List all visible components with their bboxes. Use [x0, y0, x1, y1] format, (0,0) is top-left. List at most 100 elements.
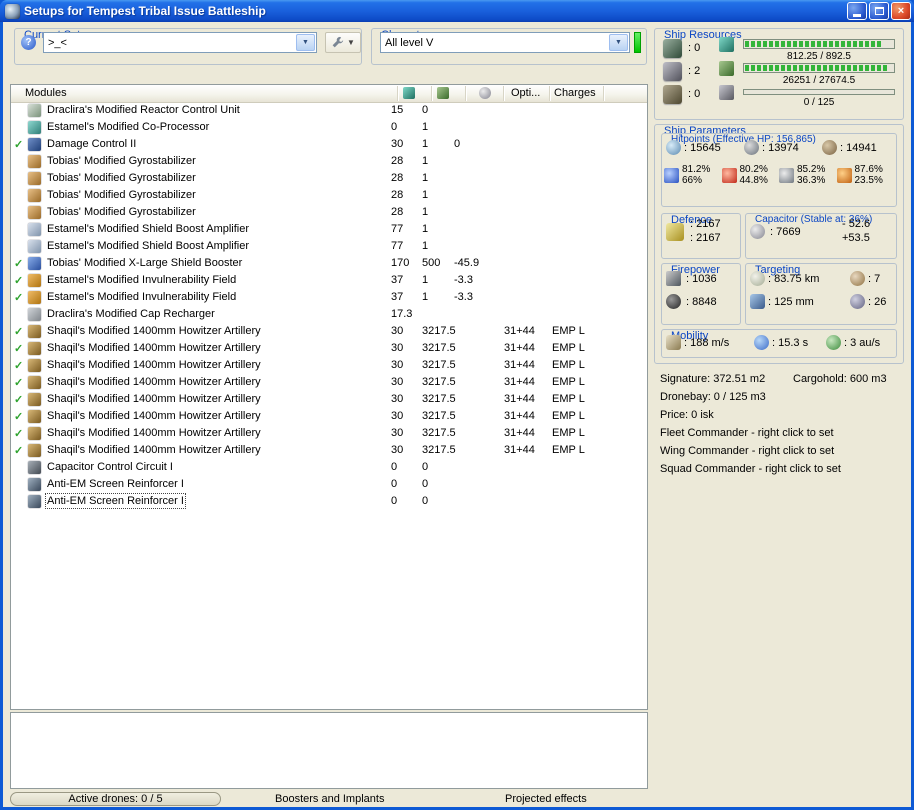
drones-panel[interactable] [10, 712, 648, 789]
module-row[interactable]: Draclira's Modified Reactor Control Unit… [11, 102, 647, 119]
module-icon [28, 495, 41, 508]
module-optimal: 31+44 [504, 342, 535, 354]
module-row[interactable]: Draclira's Modified Cap Recharger 17.3 [11, 306, 647, 323]
resist-values: 81.2% 66% [682, 164, 710, 186]
current-setup-group: Current Setup ? >_< ▼ ▼ [14, 28, 362, 65]
module-row[interactable]: Tobias' Modified Gyrostabilizer 28 1 [11, 170, 647, 187]
module-row[interactable]: Tobias' Modified Gyrostabilizer 28 1 [11, 187, 647, 204]
module-row[interactable]: ✓ Shaqil's Modified 1400mm Howitzer Artil… [11, 340, 647, 357]
minimize-button[interactable] [847, 2, 867, 20]
armor-resist: 23.5% [854, 175, 883, 186]
module-cap-use: -3.3 [454, 291, 473, 303]
module-row[interactable]: Estamel's Modified Shield Boost Amplifie… [11, 238, 647, 255]
check-icon: ✓ [14, 258, 24, 270]
wing-commander-text[interactable]: Wing Commander - right click to set [660, 442, 904, 460]
boosters-implants-header[interactable]: Boosters and Implants [275, 793, 384, 805]
module-row[interactable]: ✓ Damage Control II 30 1 0 [11, 136, 647, 153]
shield-resist: 81.2% [682, 164, 711, 175]
module-row[interactable]: ✓ Shaqil's Modified 1400mm Howitzer Artil… [11, 408, 647, 425]
defence-value-2: : 2167 [690, 232, 721, 244]
module-cpu: 37 [391, 274, 404, 286]
module-powergrid: 1 [422, 189, 429, 201]
check-icon: ✓ [14, 394, 24, 406]
module-row[interactable]: ✓ Shaqil's Modified 1400mm Howitzer Artil… [11, 425, 647, 442]
module-row[interactable]: ✓ Shaqil's Modified 1400mm Howitzer Artil… [11, 323, 647, 340]
module-row[interactable]: ✓ Shaqil's Modified 1400mm Howitzer Artil… [11, 374, 647, 391]
cargohold-text: Cargohold: 600 m3 [793, 373, 887, 385]
character-skill-indicator [634, 32, 641, 53]
module-cap-use: -3.3 [454, 274, 473, 286]
module-cpu: 0 [391, 495, 398, 507]
module-powergrid: 1 [422, 274, 429, 286]
module-row[interactable]: ✓ Tobias' Modified X-Large Shield Booster… [11, 255, 647, 272]
module-cpu: 30 [391, 359, 404, 371]
module-powergrid: 3217.5 [422, 410, 456, 422]
module-row[interactable]: ✓ Shaqil's Modified 1400mm Howitzer Artil… [11, 357, 647, 374]
cpu-column-icon [403, 87, 415, 99]
chevron-down-icon[interactable]: ▼ [609, 34, 628, 51]
module-icon [28, 359, 41, 372]
turret-dps-icon [666, 271, 681, 286]
module-row[interactable]: Anti-EM Screen Reinforcer I 0 0 [11, 476, 647, 493]
module-cpu: 15 [391, 104, 404, 116]
module-row[interactable]: Tobias' Modified Gyrostabilizer 28 1 [11, 153, 647, 170]
module-cpu: 17.3 [391, 308, 413, 320]
module-icon [28, 291, 41, 304]
projected-effects-header[interactable]: Projected effects [505, 793, 587, 805]
check-icon: ✓ [14, 326, 24, 338]
module-cpu: 28 [391, 206, 404, 218]
module-optimal: 31+44 [504, 410, 535, 422]
module-row[interactable]: Anti-EM Screen Reinforcer I 0 0 [11, 493, 647, 510]
module-row[interactable]: ✓ Estamel's Modified Invulnerability Fiel… [11, 289, 647, 306]
maximize-button[interactable] [869, 2, 889, 20]
structure-hp: : 14941 [840, 142, 877, 154]
powergrid-bar-fill [745, 65, 888, 71]
slot-row: : 2 [663, 61, 700, 81]
slot-free-count: : 0 [688, 88, 701, 100]
squad-commander-text[interactable]: Squad Commander - right click to set [660, 460, 904, 478]
character-combobox[interactable]: All level V ▼ [380, 32, 630, 53]
module-powergrid: 3217.5 [422, 393, 456, 405]
armor-resist: 66% [682, 175, 703, 186]
module-name: Estamel's Modified Invulnerability Field [47, 291, 237, 303]
module-name: Anti-EM Screen Reinforcer I [45, 493, 186, 509]
module-row[interactable]: ✓ Shaqil's Modified 1400mm Howitzer Artil… [11, 442, 647, 459]
module-cpu: 30 [391, 410, 404, 422]
defence-value-1: : 2167 [690, 218, 721, 230]
slot-row: : 0 [663, 38, 700, 58]
module-powergrid: 3217.5 [422, 444, 456, 456]
module-name: Shaqil's Modified 1400mm Howitzer Artill… [47, 359, 261, 371]
modules-column-header: Modules [25, 87, 67, 99]
module-optimal: 31+44 [504, 376, 535, 388]
setup-combobox[interactable]: >_< ▼ [43, 32, 317, 53]
module-row[interactable]: Capacitor Control Circuit I 0 0 [11, 459, 647, 476]
module-icon [28, 478, 41, 491]
setup-combobox-value: >_< [48, 36, 67, 49]
check-icon: ✓ [14, 343, 24, 355]
module-powergrid: 1 [422, 240, 429, 252]
module-row[interactable]: ✓ Estamel's Modified Invulnerability Fiel… [11, 272, 647, 289]
title-bar[interactable]: Setups for Tempest Tribal Issue Battlesh… [0, 0, 914, 22]
module-charge: EMP L [552, 393, 585, 405]
module-row[interactable]: Estamel's Modified Shield Boost Amplifie… [11, 221, 647, 238]
module-powergrid: 3217.5 [422, 342, 456, 354]
fleet-commander-text[interactable]: Fleet Commander - right click to set [660, 424, 904, 442]
shield-resist: 80.2% [739, 164, 768, 175]
module-row[interactable]: Tobias' Modified Gyrostabilizer 28 1 [11, 204, 647, 221]
modules-list[interactable]: Modules Opti... Charges Draclira's Modif… [10, 84, 648, 710]
module-row[interactable]: Estamel's Modified Co-Processor 0 1 [11, 119, 647, 136]
active-drones-header[interactable]: Active drones: 0 / 5 [10, 792, 221, 806]
cpu-usage-text: 812.25 / 892.5 [787, 51, 851, 62]
module-charge: EMP L [552, 410, 585, 422]
module-row[interactable]: ✓ Shaqil's Modified 1400mm Howitzer Artil… [11, 391, 647, 408]
structure-icon [822, 140, 837, 155]
module-name: Shaqil's Modified 1400mm Howitzer Artill… [47, 342, 261, 354]
close-button[interactable]: × [891, 2, 911, 20]
cpu-bar [743, 39, 895, 49]
resist-values: 85.2% 36.3% [797, 164, 825, 186]
help-icon[interactable]: ? [21, 35, 36, 50]
character-combobox-value: All level V [385, 36, 434, 49]
module-cpu: 37 [391, 291, 404, 303]
chevron-down-icon[interactable]: ▼ [296, 34, 315, 51]
setup-tools-button[interactable]: ▼ [325, 32, 361, 53]
